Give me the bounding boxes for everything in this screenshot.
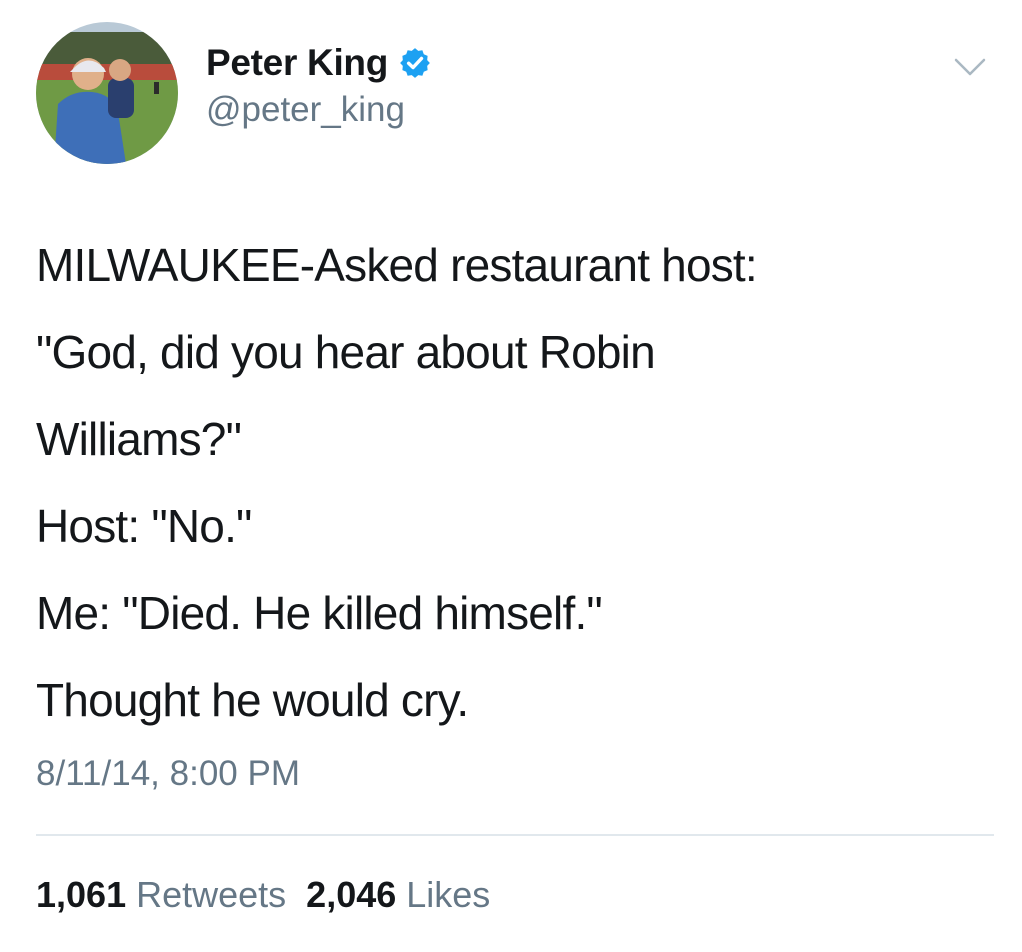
profile-photo-icon — [36, 22, 178, 164]
tweet-text-line: MILWAUKEE-Asked restaurant host: — [36, 239, 758, 291]
tweet-text-line: Thought he would cry. — [36, 674, 469, 726]
author-display-name[interactable]: Peter King — [206, 42, 388, 84]
tweet-text-line: Me: "Died. He killed himself." — [36, 587, 603, 639]
tweet-timestamp[interactable]: 8/11/14, 8:00 PM — [36, 754, 300, 794]
likes-stat[interactable]: 2,046 Likes — [306, 874, 490, 916]
retweets-label: Retweets — [136, 874, 287, 915]
author-avatar[interactable] — [36, 22, 178, 164]
tweet-text-line: "God, did you hear about Robin — [36, 326, 656, 378]
retweets-stat[interactable]: 1,061 Retweets — [36, 874, 286, 916]
chevron-down-icon[interactable] — [950, 52, 990, 82]
tweet-text-line: Host: "No." — [36, 500, 252, 552]
tweet-text-line: Williams?" — [36, 413, 242, 465]
stats-divider — [36, 834, 994, 836]
tweet-card: Peter King @peter_king MILWAUKEE-Asked r… — [0, 0, 1022, 952]
author-name-row: Peter King — [206, 40, 432, 86]
author-info: Peter King @peter_king — [206, 40, 432, 130]
tweet-stats: 1,061 Retweets 2,046 Likes — [36, 874, 510, 916]
likes-count: 2,046 — [306, 874, 397, 915]
retweets-count: 1,061 — [36, 874, 127, 915]
verified-badge-icon — [398, 46, 432, 80]
tweet-text: MILWAUKEE-Asked restaurant host: "God, d… — [36, 222, 996, 744]
author-handle[interactable]: @peter_king — [206, 90, 432, 130]
likes-label: Likes — [406, 874, 491, 915]
